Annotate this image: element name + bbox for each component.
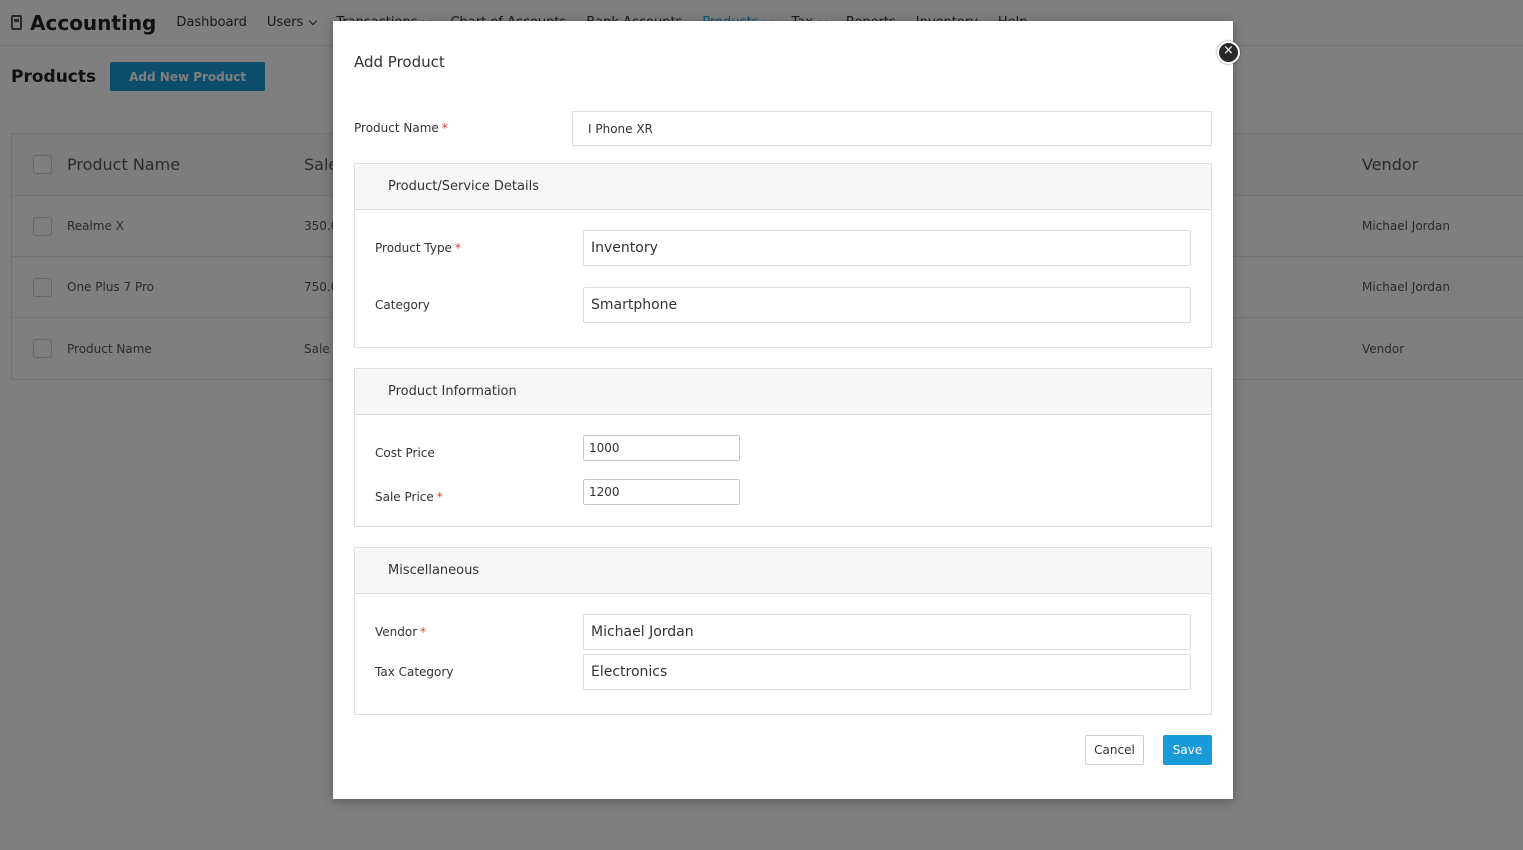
vendor-label: Vendor * [375, 625, 426, 639]
section-heading: Product/Service Details [355, 164, 1211, 210]
tax-category-label: Tax Category [375, 665, 454, 679]
sale-price-label: Sale Price * [375, 490, 443, 504]
close-icon[interactable]: × [1217, 41, 1240, 64]
required-mark: * [454, 241, 461, 255]
category-select[interactable] [583, 287, 1191, 323]
sale-price-input[interactable] [583, 479, 740, 505]
cost-price-input[interactable] [583, 435, 740, 461]
required-mark: * [420, 625, 427, 639]
cancel-button[interactable]: Cancel [1085, 735, 1144, 765]
section-heading: Miscellaneous [355, 548, 1211, 594]
product-service-details-section: Product/Service Details Product Type* Ca… [354, 163, 1212, 348]
cost-price-label: Cost Price [375, 446, 435, 460]
label-text: Vendor [375, 625, 418, 639]
category-label: Category [375, 298, 430, 312]
modal-title: Add Product [354, 53, 445, 71]
product-type-label: Product Type * [375, 241, 461, 255]
product-name-label: Product Name * [354, 121, 448, 135]
save-button[interactable]: Save [1163, 735, 1212, 765]
tax-category-select[interactable] [583, 654, 1191, 690]
vendor-select[interactable] [583, 614, 1191, 650]
label-text: Sale Price [375, 490, 434, 504]
label-text: Product Name [354, 121, 439, 135]
product-name-input[interactable] [572, 111, 1212, 146]
required-mark: * [441, 121, 448, 135]
label-text: Product Type [375, 241, 452, 255]
add-product-modal: Add Product × Product Name* Product/Serv… [333, 21, 1240, 799]
section-heading: Product Information [355, 369, 1211, 415]
required-mark: * [436, 490, 443, 504]
miscellaneous-section: Miscellaneous Vendor* Tax Category [354, 547, 1212, 715]
product-type-select[interactable] [583, 230, 1191, 266]
product-information-section: Product Information Cost Price Sale Pric… [354, 368, 1212, 527]
